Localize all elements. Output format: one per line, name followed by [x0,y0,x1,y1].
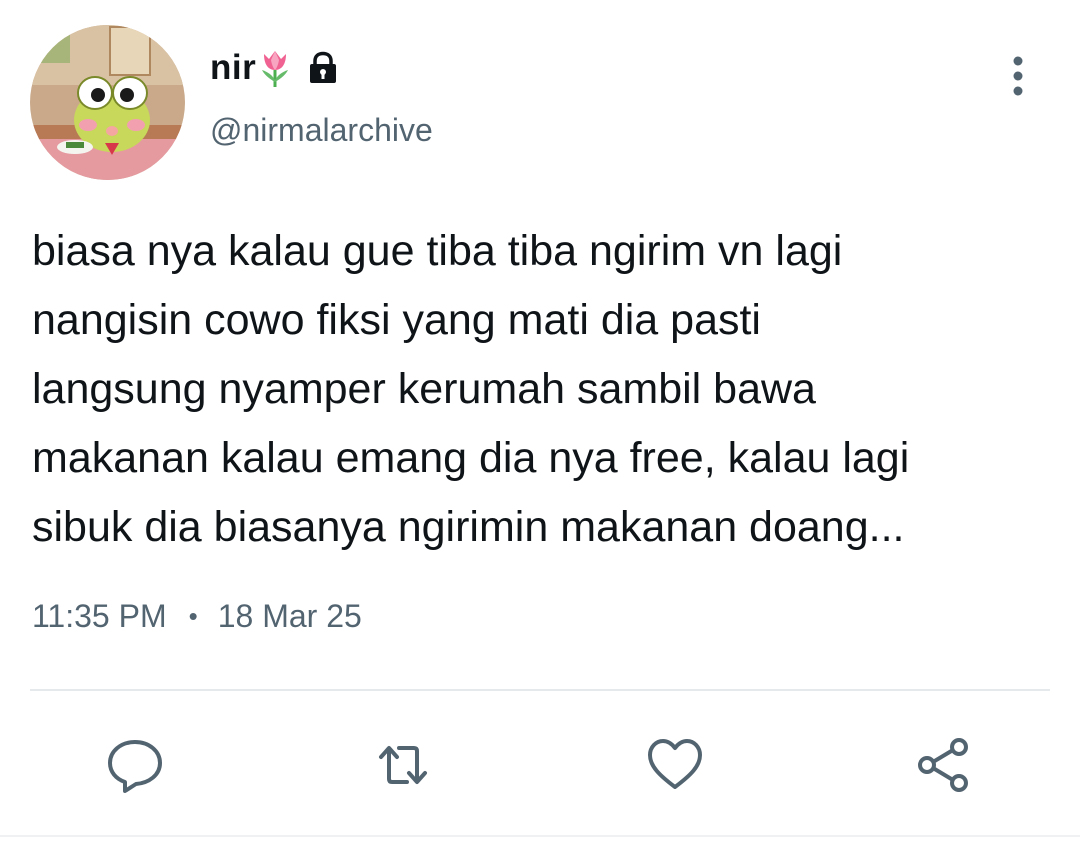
tweet-text: biasa nya kalau gue tiba tiba ngirim vn … [32,217,1062,562]
tweet-date: 18 Mar 25 [217,598,362,634]
tulip-icon [262,51,289,87]
bottom-divider [0,835,1080,837]
tweet-text-line: biasa nya kalau gue tiba tiba ngirim vn … [32,227,843,275]
retweet-button[interactable] [373,735,433,795]
user-handle[interactable]: @nirmalarchive [210,112,433,149]
tweet-time: 11:35 PM [32,598,167,634]
share-button[interactable] [913,735,973,795]
tweet-text-line: langsung nyamper kerumah sambil bawa [32,365,816,413]
tweet-detail: nir @nirmalarchive biasa nya kalau gue t… [0,0,1080,855]
reply-button[interactable] [105,735,165,795]
tweet-text-line: sibuk dia biasanya ngirimin makanan doan… [32,503,905,551]
tweet-text-line: nangisin cowo fiksi yang mati dia pasti [32,296,761,344]
display-name[interactable]: nir [210,48,256,88]
divider [30,689,1050,691]
reply-icon [108,740,162,793]
like-button[interactable] [645,735,705,795]
retweet-icon [379,746,427,784]
separator-dot: • [188,601,198,631]
tweet-text-line: makanan kalau emang dia nya free, kalau … [32,434,910,482]
heart-icon [648,739,702,789]
avatar[interactable] [30,25,185,180]
share-icon [918,738,968,792]
tweet-timestamp[interactable]: 11:35 PM • 18 Mar 25 [32,598,362,635]
more-options-icon[interactable] [1000,54,1036,98]
user-name-row: nir [210,44,340,92]
lock-icon [310,51,337,83]
frog-avatar-icon [30,25,185,180]
